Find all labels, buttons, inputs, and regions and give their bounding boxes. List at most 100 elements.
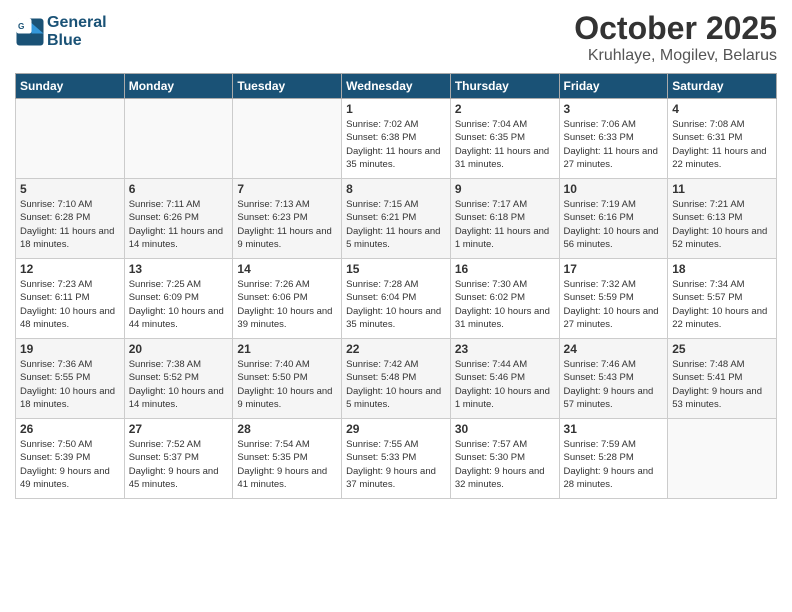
day-number: 5 (20, 182, 120, 196)
calendar-cell: 11Sunrise: 7:21 AMSunset: 6:13 PMDayligh… (668, 179, 777, 259)
calendar-cell: 25 Sunrise: 7:48 AMSunset: 5:41 PMDayligh… (668, 339, 777, 419)
calendar-cell: 24Sunrise: 7:46 AMSunset: 5:43 PMDayligh… (559, 339, 668, 419)
day-number: 3 (564, 102, 664, 116)
weekday-header-monday: Monday (124, 74, 233, 99)
calendar-cell: 12 Sunrise: 7:23 AMSunset: 6:11 PMDayligh… (16, 259, 125, 339)
day-number: 15 (346, 262, 446, 276)
day-number: 14 (237, 262, 337, 276)
calendar-cell (124, 99, 233, 179)
day-info: Sunrise: 7:13 AMSunset: 6:23 PMDaylight:… (237, 198, 337, 251)
day-info: Sunrise: 7:25 AMSunset: 6:09 PMDaylight:… (129, 278, 229, 331)
day-number: 12 (20, 262, 120, 276)
calendar-cell: 1 Sunrise: 7:02 AMSunset: 6:38 PMDaylight… (342, 99, 451, 179)
calendar-cell: 13 Sunrise: 7:25 AMSunset: 6:09 PMDayligh… (124, 259, 233, 339)
calendar-cell: 14 Sunrise: 7:26 AMSunset: 6:06 PMDayligh… (233, 259, 342, 339)
header: G General Blue October 2025 Kruhlaye, Mo… (15, 10, 777, 65)
day-number: 17 (564, 262, 664, 276)
day-number: 26 (20, 422, 120, 436)
day-info: Sunrise: 7:46 AMSunset: 5:43 PMDaylight:… (564, 358, 664, 411)
calendar-cell: 29 Sunrise: 7:55 AMSunset: 5:33 PMDayligh… (342, 419, 451, 499)
weekday-header-friday: Friday (559, 74, 668, 99)
weekday-header-sunday: Sunday (16, 74, 125, 99)
day-info: Sunrise: 7:38 AMSunset: 5:52 PMDaylight:… (129, 358, 229, 411)
logo: G General Blue (15, 14, 107, 49)
day-info: Sunrise: 7:28 AMSunset: 6:04 PMDaylight:… (346, 278, 446, 331)
calendar-cell: 9 Sunrise: 7:17 AMSunset: 6:18 PMDaylight… (450, 179, 559, 259)
calendar-cell (668, 419, 777, 499)
day-info: Sunrise: 7:44 AMSunset: 5:46 PMDaylight:… (455, 358, 555, 411)
day-number: 1 (346, 102, 446, 116)
day-number: 30 (455, 422, 555, 436)
calendar-cell: 20 Sunrise: 7:38 AMSunset: 5:52 PMDayligh… (124, 339, 233, 419)
day-info: Sunrise: 7:57 AMSunset: 5:30 PMDaylight:… (455, 438, 555, 491)
day-number: 8 (346, 182, 446, 196)
main-container: G General Blue October 2025 Kruhlaye, Mo… (0, 0, 792, 509)
day-info: Sunrise: 7:30 AMSunset: 6:02 PMDaylight:… (455, 278, 555, 331)
day-number: 16 (455, 262, 555, 276)
day-info: Sunrise: 7:40 AMSunset: 5:50 PMDaylight:… (237, 358, 337, 411)
calendar-cell: 26 Sunrise: 7:50 AMSunset: 5:39 PMDayligh… (16, 419, 125, 499)
day-info: Sunrise: 7:02 AMSunset: 6:38 PMDaylight:… (346, 118, 446, 171)
month-title: October 2025 (574, 10, 777, 47)
day-info: Sunrise: 7:26 AMSunset: 6:06 PMDaylight:… (237, 278, 337, 331)
calendar-cell: 6 Sunrise: 7:11 AMSunset: 6:26 PMDaylight… (124, 179, 233, 259)
day-info: Sunrise: 7:15 AMSunset: 6:21 PMDaylight:… (346, 198, 446, 251)
calendar-cell: 7Sunrise: 7:13 AMSunset: 6:23 PMDaylight… (233, 179, 342, 259)
day-info: Sunrise: 7:36 AMSunset: 5:55 PMDaylight:… (20, 358, 120, 411)
location-title: Kruhlaye, Mogilev, Belarus (574, 47, 777, 65)
day-number: 20 (129, 342, 229, 356)
day-info: Sunrise: 7:08 AMSunset: 6:31 PMDaylight:… (672, 118, 772, 171)
title-block: October 2025 Kruhlaye, Mogilev, Belarus (574, 10, 777, 65)
day-info: Sunrise: 7:54 AMSunset: 5:35 PMDaylight:… (237, 438, 337, 491)
weekday-header-saturday: Saturday (668, 74, 777, 99)
day-number: 11 (672, 182, 772, 196)
day-info: Sunrise: 7:23 AMSunset: 6:11 PMDaylight:… (20, 278, 120, 331)
day-number: 25 (672, 342, 772, 356)
weekday-header-thursday: Thursday (450, 74, 559, 99)
calendar-cell: 10 Sunrise: 7:19 AMSunset: 6:16 PMDayligh… (559, 179, 668, 259)
calendar-cell: 28 Sunrise: 7:54 AMSunset: 5:35 PMDayligh… (233, 419, 342, 499)
calendar-cell: 4 Sunrise: 7:08 AMSunset: 6:31 PMDaylight… (668, 99, 777, 179)
day-number: 22 (346, 342, 446, 356)
calendar-cell: 16 Sunrise: 7:30 AMSunset: 6:02 PMDayligh… (450, 259, 559, 339)
day-number: 9 (455, 182, 555, 196)
day-number: 19 (20, 342, 120, 356)
calendar-table: SundayMondayTuesdayWednesdayThursdayFrid… (15, 73, 777, 499)
calendar-cell (16, 99, 125, 179)
logo-icon: G (15, 17, 45, 47)
day-info: Sunrise: 7:34 AMSunset: 5:57 PMDaylight:… (672, 278, 772, 331)
logo-text: General Blue (47, 14, 107, 49)
calendar-cell: 17Sunrise: 7:32 AMSunset: 5:59 PMDayligh… (559, 259, 668, 339)
day-info: Sunrise: 7:04 AMSunset: 6:35 PMDaylight:… (455, 118, 555, 171)
calendar-cell: 18Sunrise: 7:34 AMSunset: 5:57 PMDayligh… (668, 259, 777, 339)
day-number: 21 (237, 342, 337, 356)
calendar-cell: 27 Sunrise: 7:52 AMSunset: 5:37 PMDayligh… (124, 419, 233, 499)
day-info: Sunrise: 7:48 AMSunset: 5:41 PMDaylight:… (672, 358, 772, 411)
calendar-cell: 23 Sunrise: 7:44 AMSunset: 5:46 PMDayligh… (450, 339, 559, 419)
calendar-cell: 19 Sunrise: 7:36 AMSunset: 5:55 PMDayligh… (16, 339, 125, 419)
day-number: 6 (129, 182, 229, 196)
day-number: 10 (564, 182, 664, 196)
day-number: 23 (455, 342, 555, 356)
day-info: Sunrise: 7:42 AMSunset: 5:48 PMDaylight:… (346, 358, 446, 411)
calendar-cell (233, 99, 342, 179)
svg-text:G: G (18, 22, 24, 31)
weekday-header-wednesday: Wednesday (342, 74, 451, 99)
calendar-cell: 30 Sunrise: 7:57 AMSunset: 5:30 PMDayligh… (450, 419, 559, 499)
day-info: Sunrise: 7:50 AMSunset: 5:39 PMDaylight:… (20, 438, 120, 491)
day-number: 4 (672, 102, 772, 116)
calendar-cell: 8 Sunrise: 7:15 AMSunset: 6:21 PMDaylight… (342, 179, 451, 259)
calendar-cell: 21 Sunrise: 7:40 AMSunset: 5:50 PMDayligh… (233, 339, 342, 419)
weekday-header-tuesday: Tuesday (233, 74, 342, 99)
day-info: Sunrise: 7:17 AMSunset: 6:18 PMDaylight:… (455, 198, 555, 251)
day-number: 28 (237, 422, 337, 436)
day-number: 29 (346, 422, 446, 436)
day-number: 2 (455, 102, 555, 116)
day-number: 13 (129, 262, 229, 276)
day-number: 27 (129, 422, 229, 436)
calendar-cell: 31Sunrise: 7:59 AMSunset: 5:28 PMDayligh… (559, 419, 668, 499)
day-info: Sunrise: 7:11 AMSunset: 6:26 PMDaylight:… (129, 198, 229, 251)
day-info: Sunrise: 7:52 AMSunset: 5:37 PMDaylight:… (129, 438, 229, 491)
day-info: Sunrise: 7:19 AMSunset: 6:16 PMDaylight:… (564, 198, 664, 251)
day-info: Sunrise: 7:55 AMSunset: 5:33 PMDaylight:… (346, 438, 446, 491)
